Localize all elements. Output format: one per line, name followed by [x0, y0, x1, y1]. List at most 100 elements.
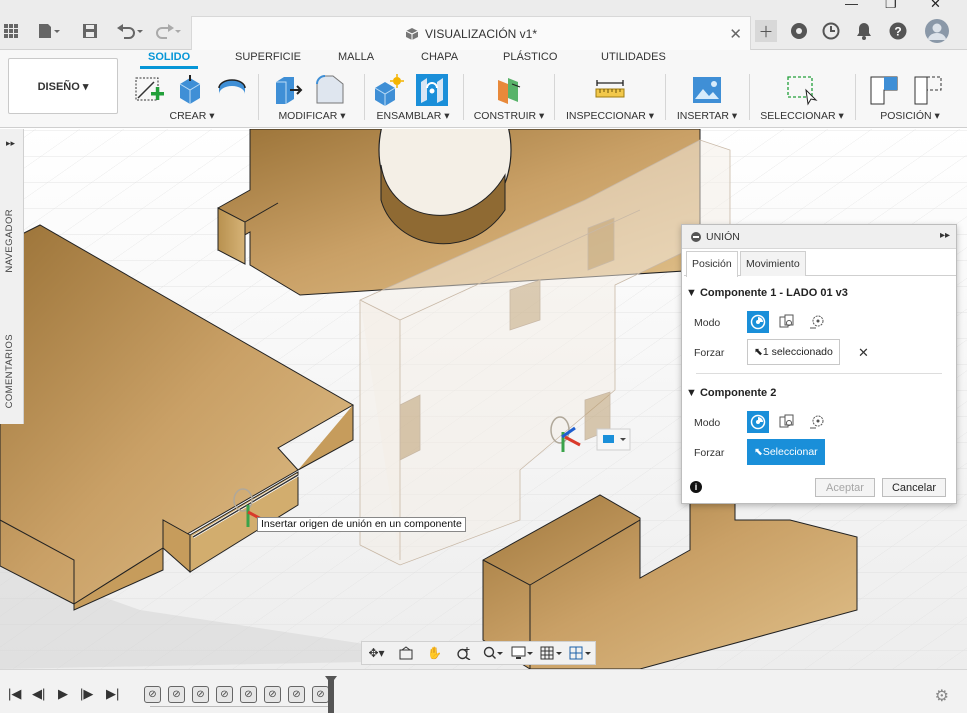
- display-settings-icon[interactable]: [507, 642, 536, 664]
- group-label-posicion[interactable]: POSICIÓN ▾: [858, 110, 962, 122]
- tab-posicion[interactable]: Posición: [686, 251, 738, 277]
- group-label-seleccionar[interactable]: SELECCIONAR ▾: [752, 110, 852, 122]
- component1-header: Componente 1 - LADO 01 v3: [699, 287, 848, 299]
- tab-superficie[interactable]: SUPERFICIE: [235, 51, 301, 63]
- workspace-switcher[interactable]: DISEÑO ▾: [8, 58, 118, 114]
- group-seleccionar: SELECCIONAR ▾: [752, 70, 852, 124]
- joint-icon[interactable]: [416, 74, 448, 106]
- timeline-feature-icon[interactable]: ⊘: [192, 686, 209, 703]
- fillet-icon[interactable]: [314, 74, 346, 106]
- tab-plastico[interactable]: PLÁSTICO: [503, 51, 557, 63]
- tab-utilidades[interactable]: UTILIDADES: [601, 51, 666, 63]
- timeline-settings-gear-icon[interactable]: ⚙: [935, 686, 949, 706]
- look-at-icon[interactable]: [391, 642, 420, 664]
- close-tab-icon[interactable]: ✕: [729, 25, 742, 43]
- revolve-icon[interactable]: [216, 74, 248, 106]
- insert-image-icon[interactable]: [691, 74, 723, 106]
- modo-label: Modo: [694, 317, 721, 329]
- accept-button[interactable]: Aceptar: [815, 478, 875, 497]
- mode-between-faces-icon[interactable]: [776, 311, 798, 333]
- select-window-icon[interactable]: [786, 74, 818, 106]
- component1-section[interactable]: ▼ Componente 1 - LADO 01 v3: [686, 287, 848, 299]
- timeline-feature-icon[interactable]: ⊘: [264, 686, 281, 703]
- create-sketch-icon[interactable]: [134, 74, 166, 106]
- timeline: |◀ ◀| ▶ |▶ ▶| ⊘ ⊘ ⊘ ⊘ ⊘ ⊘ ⊘ ⊘ ⚙: [0, 669, 967, 713]
- tab-chapa[interactable]: CHAPA: [421, 51, 458, 63]
- capture-position-icon[interactable]: [868, 74, 900, 106]
- timeline-feature-icon[interactable]: ⊘: [240, 686, 257, 703]
- minimize-icon[interactable]: —: [845, 0, 858, 11]
- tab-solido[interactable]: SOLIDO: [139, 51, 199, 69]
- component2-selection[interactable]: ⬉ Seleccionar: [747, 439, 825, 465]
- maximize-icon[interactable]: ❐: [885, 0, 897, 12]
- revert-position-icon[interactable]: [912, 74, 944, 106]
- document-title: VISUALIZACIÓN v1*: [424, 26, 538, 41]
- job-status-icon[interactable]: [822, 20, 840, 42]
- group-label-inspeccionar[interactable]: INSPECCIONAR ▾: [557, 110, 663, 122]
- group-inspeccionar: INSPECCIONAR ▾: [557, 70, 663, 124]
- file-menu-icon[interactable]: [38, 20, 60, 42]
- group-label-ensamblar[interactable]: ENSAMBLAR ▾: [366, 110, 460, 122]
- modo-label: Modo: [694, 417, 721, 429]
- mode-between-faces-icon[interactable]: [776, 411, 798, 433]
- app-grid-icon[interactable]: [4, 20, 18, 42]
- component1-selection[interactable]: ⬉ 1 seleccionado: [747, 339, 840, 365]
- timeline-feature-icon[interactable]: ⊘: [312, 686, 329, 703]
- timeline-feature-icon[interactable]: ⊘: [144, 686, 161, 703]
- go-to-start-icon[interactable]: |◀: [8, 686, 21, 702]
- group-insertar: INSERTAR ▾: [668, 70, 746, 124]
- mode-two-edge-icon[interactable]: [806, 311, 828, 333]
- component2-section[interactable]: ▼ Componente 2: [686, 387, 776, 399]
- redo-icon[interactable]: [154, 20, 182, 42]
- expand-panel-icon[interactable]: ▸▸: [6, 138, 15, 149]
- group-label-crear[interactable]: CREAR ▾: [128, 110, 256, 122]
- timeline-feature-icon[interactable]: ⊘: [216, 686, 233, 703]
- new-tab-icon[interactable]: ＋: [755, 20, 777, 42]
- measure-icon[interactable]: [594, 74, 626, 106]
- collapse-dialog-icon[interactable]: [691, 232, 701, 242]
- dialog-header[interactable]: UNIÓN ▸▸: [682, 225, 956, 249]
- info-icon[interactable]: i: [690, 481, 702, 493]
- extensions-icon[interactable]: [790, 20, 808, 42]
- tab-movimiento[interactable]: Movimiento: [740, 251, 806, 276]
- collapse-arrow-icon: ▼: [686, 287, 700, 299]
- group-label-modificar[interactable]: MODIFICAR ▾: [262, 110, 362, 122]
- cancel-button[interactable]: Cancelar: [882, 478, 946, 497]
- grid-snaps-icon[interactable]: [536, 642, 565, 664]
- play-icon[interactable]: ▶: [58, 686, 68, 702]
- timeline-feature-icon[interactable]: ⊘: [168, 686, 185, 703]
- help-icon[interactable]: ?: [889, 20, 907, 42]
- ribbon-separator: [554, 74, 555, 120]
- timeline-marker[interactable]: [325, 676, 337, 713]
- orbit-icon[interactable]: ✥▾: [362, 642, 391, 664]
- close-icon[interactable]: ✕: [930, 0, 941, 12]
- tab-malla[interactable]: MALLA: [338, 51, 374, 63]
- zoom-icon[interactable]: [449, 642, 478, 664]
- mode-simple-icon[interactable]: [747, 311, 769, 333]
- timeline-feature-icon[interactable]: ⊘: [288, 686, 305, 703]
- expand-dialog-icon[interactable]: ▸▸: [940, 230, 950, 241]
- extrude-icon[interactable]: [174, 74, 206, 106]
- snap-mode-popup[interactable]: [596, 428, 631, 451]
- undo-icon[interactable]: [116, 20, 144, 42]
- new-component-icon[interactable]: [372, 74, 404, 106]
- pan-icon[interactable]: ✋: [420, 642, 449, 664]
- fit-icon[interactable]: [478, 642, 507, 664]
- notifications-icon[interactable]: [856, 20, 872, 42]
- document-tab[interactable]: VISUALIZACIÓN v1* ✕: [191, 16, 751, 50]
- clear-selection-icon[interactable]: ✕: [858, 345, 869, 361]
- go-to-end-icon[interactable]: ▶|: [106, 686, 119, 702]
- save-icon[interactable]: [82, 20, 98, 42]
- offset-plane-icon[interactable]: [494, 74, 526, 106]
- mode-simple-icon[interactable]: [747, 411, 769, 433]
- navigator-tab[interactable]: NAVEGADOR: [4, 209, 15, 273]
- user-avatar[interactable]: [925, 19, 949, 43]
- group-label-insertar[interactable]: INSERTAR ▾: [668, 110, 746, 122]
- comments-tab[interactable]: COMENTARIOS: [4, 334, 15, 408]
- press-pull-icon[interactable]: [272, 74, 304, 106]
- viewports-icon[interactable]: [565, 642, 594, 664]
- step-back-icon[interactable]: ◀|: [32, 686, 45, 702]
- mode-two-edge-icon[interactable]: [806, 411, 828, 433]
- group-label-construir[interactable]: CONSTRUIR ▾: [466, 110, 552, 122]
- step-forward-icon[interactable]: |▶: [80, 686, 93, 702]
